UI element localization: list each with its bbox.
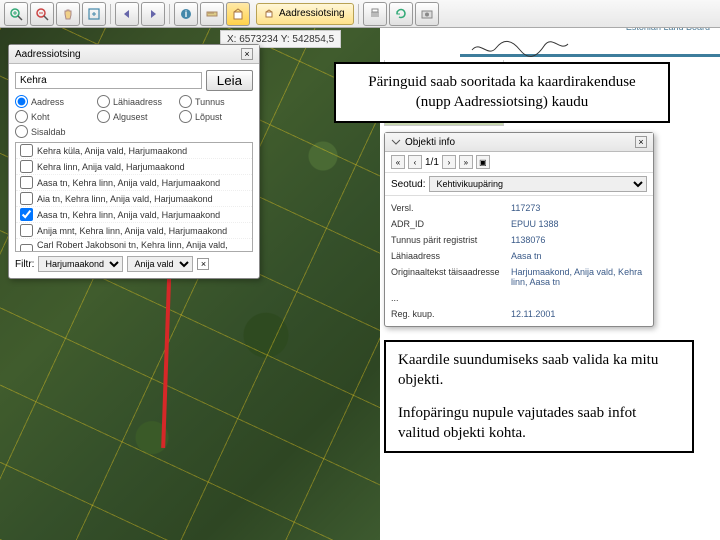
attribute-value: 12.11.2001	[511, 309, 647, 319]
filter-county-select[interactable]: Harjumaakond	[38, 256, 123, 272]
object-info-panel: Objekti info × « ‹ 1/1 › » ▣ Seotud: Keh…	[384, 132, 654, 327]
attribute-row: Tunnus pärit registrist1138076	[391, 232, 647, 248]
zoom-in-button[interactable]	[4, 2, 28, 26]
filter-parish-select[interactable]: Anija vald	[127, 256, 193, 272]
result-label: Aasa tn, Kehra linn, Anija vald, Harjuma…	[37, 178, 220, 188]
pager-prev-button[interactable]: ‹	[408, 155, 422, 169]
address-search-panel: Aadressiotsing × Leia Aadress Lähiaadres…	[8, 44, 260, 279]
category-label: Seotud:	[391, 179, 425, 190]
result-label: Kehra linn, Anija vald, Harjumaakond	[37, 162, 185, 172]
filter-label: Filtr:	[15, 259, 34, 270]
close-icon[interactable]: ×	[635, 136, 647, 148]
pager-last-button[interactable]: »	[459, 155, 473, 169]
search-panel-title: Aadressiotsing	[15, 49, 81, 60]
attribute-value	[511, 293, 647, 303]
attribute-row: ...	[391, 290, 647, 306]
address-search-label-button[interactable]: Aadressiotsing	[256, 3, 354, 25]
toolbar-separator	[169, 4, 170, 24]
annotation-top: Päringuid saab sooritada ka kaardirakend…	[334, 62, 670, 123]
list-item[interactable]: Kehra linn, Anija vald, Harjumaakond	[16, 159, 252, 175]
print-button[interactable]	[363, 2, 387, 26]
list-item[interactable]: Aia tn, Kehra linn, Anija vald, Harjumaa…	[16, 191, 252, 207]
result-checkbox[interactable]	[20, 208, 33, 221]
result-label: Anija mnt, Kehra linn, Anija vald, Harju…	[37, 226, 227, 236]
search-mode-radios: Aadress Lähiaadress Tunnus Koht Algusest…	[15, 95, 253, 138]
attribute-key: ...	[391, 293, 511, 303]
full-extent-button[interactable]	[82, 2, 106, 26]
close-icon[interactable]: ×	[197, 258, 209, 270]
result-checkbox[interactable]	[20, 244, 33, 253]
search-input[interactable]	[15, 72, 202, 89]
attribute-value: 1138076	[511, 235, 647, 245]
close-icon[interactable]: ×	[241, 48, 253, 60]
result-checkbox[interactable]	[20, 160, 33, 173]
attribute-key: Versl.	[391, 203, 511, 213]
attribute-row: ADR_IDEPUU 1388	[391, 216, 647, 232]
attribute-row: Versl.117273	[391, 200, 647, 216]
pager-first-button[interactable]: «	[391, 155, 405, 169]
refresh-button[interactable]	[389, 2, 413, 26]
svg-text:i: i	[185, 9, 188, 19]
prev-extent-button[interactable]	[115, 2, 139, 26]
result-label: Aasa tn, Kehra linn, Anija vald, Harjuma…	[37, 210, 220, 220]
attribute-key: Tunnus pärit registrist	[391, 235, 511, 245]
attribute-row: Originaaltekst täisaadresseHarjumaakond,…	[391, 264, 647, 290]
object-pager: « ‹ 1/1 › » ▣	[385, 152, 653, 173]
top-toolbar: i Aadressiotsing	[0, 0, 720, 28]
radio-lahiaadress[interactable]: Lähiaadress	[97, 95, 171, 108]
category-select[interactable]: Kehtivikuupäring	[429, 176, 647, 192]
list-item[interactable]: Carl Robert Jakobsoni tn, Kehra linn, An…	[16, 239, 252, 252]
measure-button[interactable]	[200, 2, 224, 26]
pager-next-button[interactable]: ›	[442, 155, 456, 169]
attribute-key: Originaaltekst täisaadresse	[391, 267, 511, 287]
object-attributes: Versl.117273ADR_IDEPUU 1388Tunnus pärit …	[385, 196, 653, 326]
radio-algusest[interactable]: Algusest	[97, 110, 171, 123]
result-label: Kehra küla, Anija vald, Harjumaakond	[37, 146, 187, 156]
result-checkbox[interactable]	[20, 192, 33, 205]
search-go-button[interactable]: Leia	[206, 70, 253, 91]
signature-scribble	[470, 38, 570, 58]
pager-position: 1/1	[425, 157, 439, 168]
search-results-list[interactable]: Kehra küla, Anija vald, Harjumaakond Kehr…	[15, 142, 253, 252]
result-checkbox[interactable]	[20, 144, 33, 157]
attribute-row: LähiaadressAasa tn	[391, 248, 647, 264]
attribute-value: Harjumaakond, Anija vald, Kehra linn, Aa…	[511, 267, 647, 287]
snapshot-button[interactable]	[415, 2, 439, 26]
zoom-out-button[interactable]	[30, 2, 54, 26]
chevron-down-icon	[391, 137, 401, 147]
list-item[interactable]: Aasa tn, Kehra linn, Anija vald, Harjuma…	[16, 175, 252, 191]
result-checkbox[interactable]	[20, 176, 33, 189]
radio-tunnus[interactable]: Tunnus	[179, 95, 253, 108]
identify-button[interactable]: i	[174, 2, 198, 26]
radio-sisaldab[interactable]: Sisaldab	[15, 125, 89, 138]
attribute-value: EPUU 1388	[511, 219, 647, 229]
list-item[interactable]: Anija mnt, Kehra linn, Anija vald, Harju…	[16, 223, 252, 239]
pan-button[interactable]	[56, 2, 80, 26]
attribute-key: Reg. kuup.	[391, 309, 511, 319]
radio-koht[interactable]: Koht	[15, 110, 89, 123]
attribute-key: ADR_ID	[391, 219, 511, 229]
attribute-value: Aasa tn	[511, 251, 647, 261]
toolbar-separator	[358, 4, 359, 24]
next-extent-button[interactable]	[141, 2, 165, 26]
result-checkbox[interactable]	[20, 224, 33, 237]
radio-lopust[interactable]: Lõpust	[179, 110, 253, 123]
pager-expand-button[interactable]: ▣	[476, 155, 490, 169]
list-item[interactable]: Kehra küla, Anija vald, Harjumaakond	[16, 143, 252, 159]
result-label: Carl Robert Jakobsoni tn, Kehra linn, An…	[37, 240, 248, 252]
toolbar-separator	[110, 4, 111, 24]
radio-aadress[interactable]: Aadress	[15, 95, 89, 108]
address-search-button[interactable]	[226, 2, 250, 26]
result-label: Aia tn, Kehra linn, Anija vald, Harjumaa…	[37, 194, 213, 204]
annotation-bottom: Kaardile suundumiseks saab valida ka mit…	[384, 340, 694, 453]
object-panel-title: Objekti info	[405, 137, 455, 148]
attribute-key: Lähiaadress	[391, 251, 511, 261]
addr-btn-text: Aadressiotsing	[279, 8, 345, 19]
attribute-value: 117273	[511, 203, 647, 213]
list-item[interactable]: Aasa tn, Kehra linn, Anija vald, Harjuma…	[16, 207, 252, 223]
attribute-row: Reg. kuup.12.11.2001	[391, 306, 647, 322]
